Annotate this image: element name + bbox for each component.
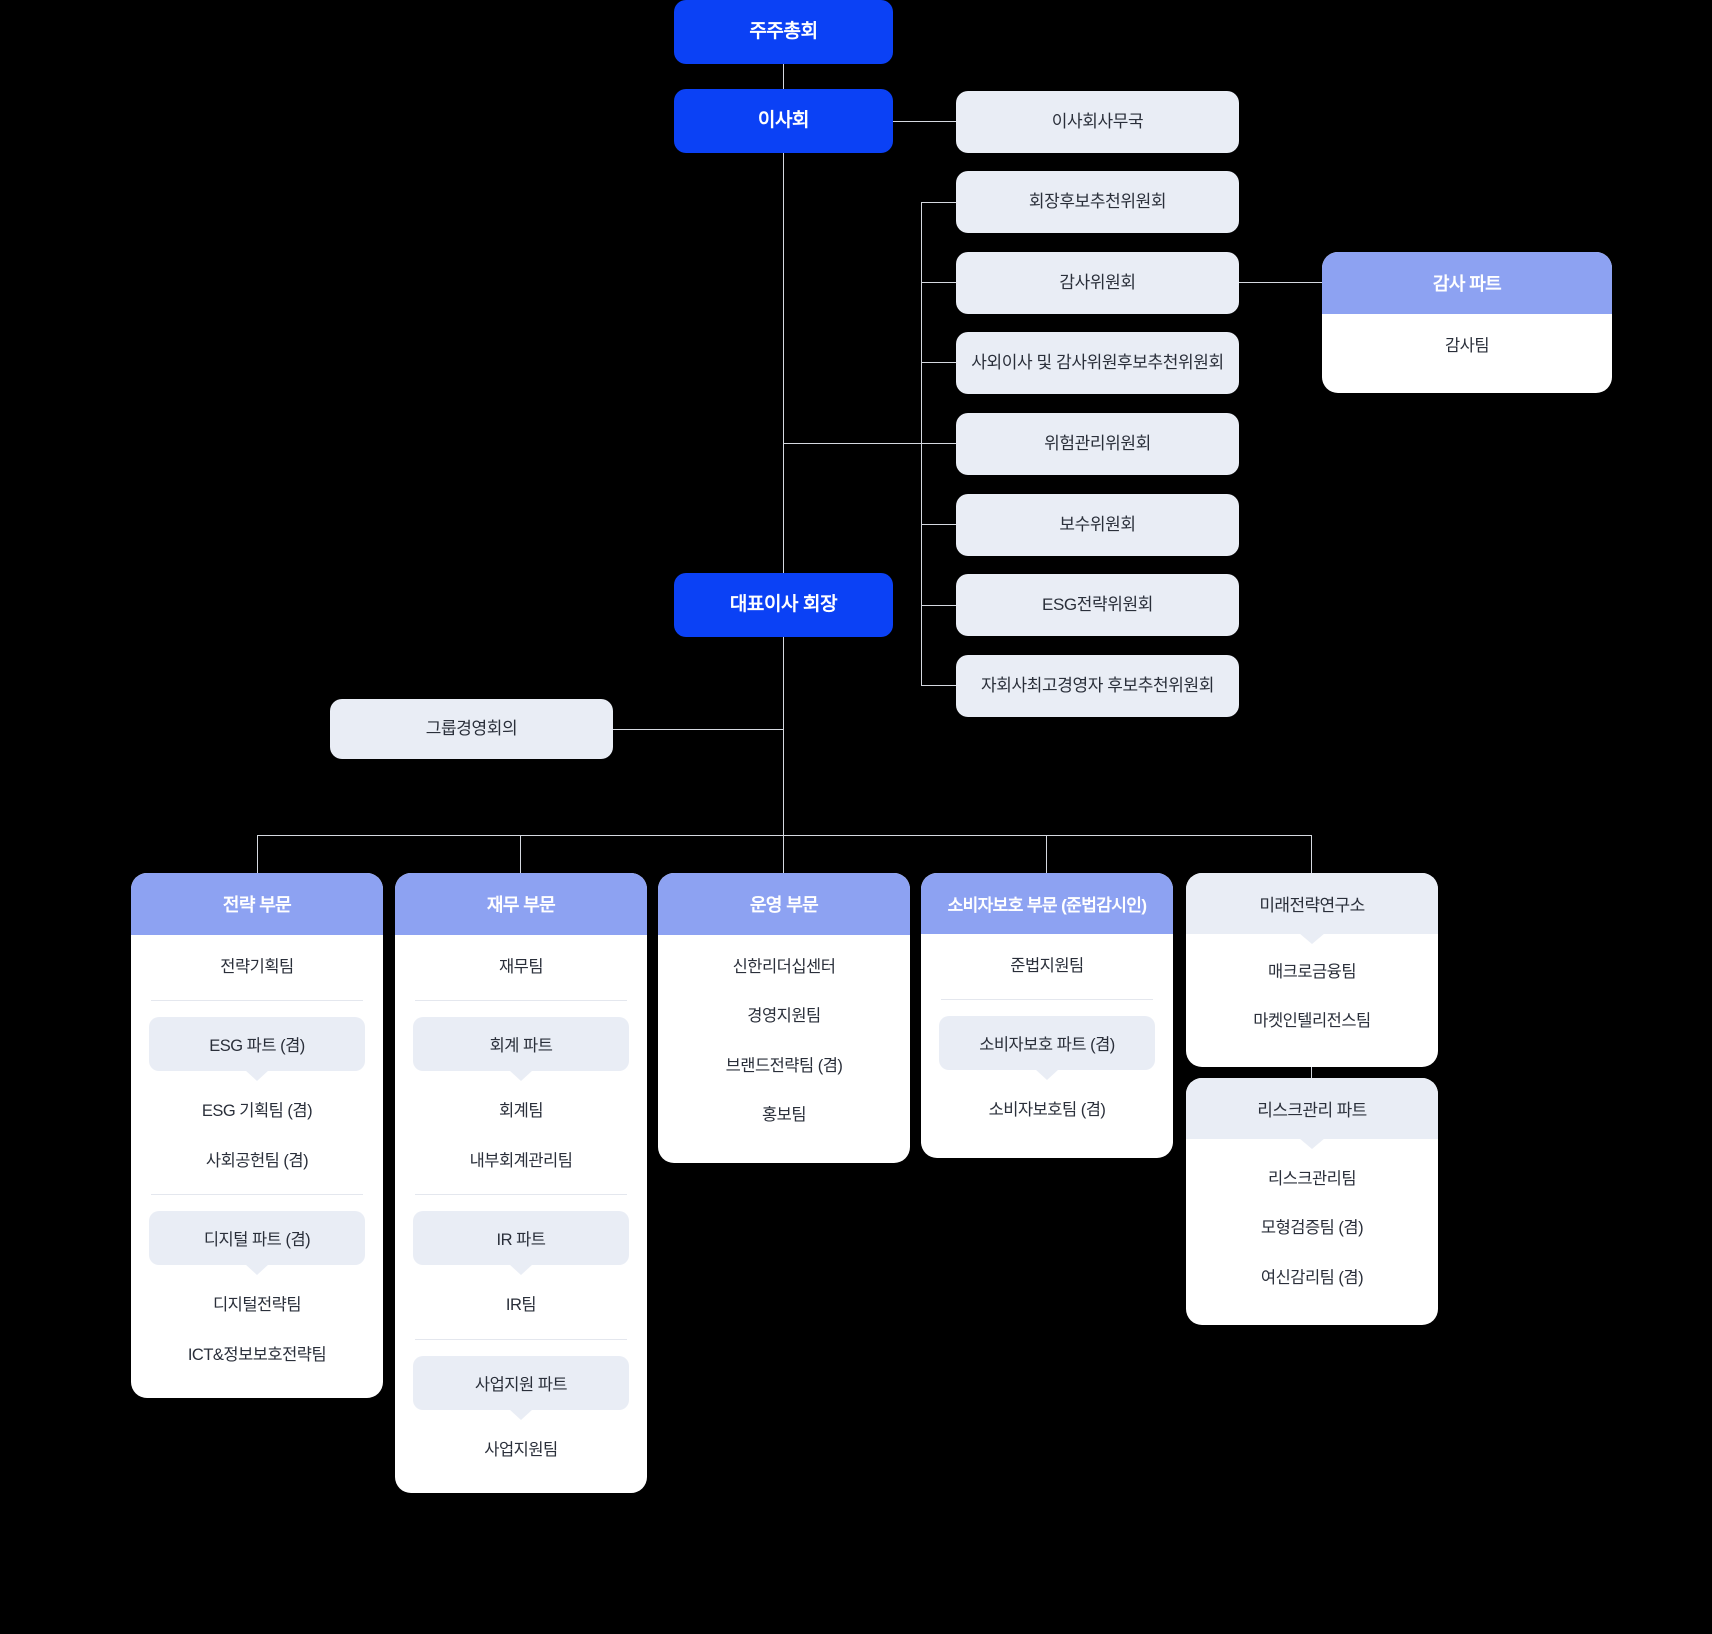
team-item[interactable]: 여신감리팀 (겸) bbox=[1200, 1254, 1424, 1303]
risk-part-header: 리스크관리 파트 bbox=[1186, 1078, 1438, 1139]
node-committee-6[interactable]: 자회사최고경영자 후보추천위원회 bbox=[956, 655, 1239, 717]
line-committee-stub-5 bbox=[921, 524, 957, 525]
committee-label: 보수위원회 bbox=[1059, 514, 1136, 534]
card-audit-part: 감사 파트 감사팀 bbox=[1322, 252, 1612, 394]
division-header: 전략 부문 bbox=[131, 873, 383, 935]
line-board-to-secretariat bbox=[893, 121, 956, 122]
shareholders-meeting-label: 주주총회 bbox=[749, 21, 818, 43]
part-header[interactable]: IR 파트 bbox=[413, 1211, 629, 1266]
line-committee-stub-4 bbox=[921, 443, 957, 444]
node-board-secretariat[interactable]: 이사회사무국 bbox=[956, 91, 1239, 153]
risk-part-body: 리스크관리팀 모형검증팀 (겸) 여신감리팀 (겸) bbox=[1186, 1139, 1438, 1325]
team-item[interactable]: ICT&정보보호전략팀 bbox=[145, 1331, 369, 1380]
divider bbox=[415, 1338, 627, 1340]
line-ceo-to-divisions bbox=[783, 637, 784, 835]
division-header: 재무 부문 bbox=[395, 873, 647, 935]
team-item[interactable]: 감사팀 bbox=[1336, 322, 1598, 371]
node-committee-4[interactable]: 보수위원회 bbox=[956, 494, 1239, 556]
line-drop-operations bbox=[783, 835, 784, 873]
committee-label: 사외이사 및 감사위원후보추천위원회 bbox=[971, 352, 1224, 372]
team-item[interactable]: 디지털전략팀 bbox=[145, 1281, 369, 1330]
team-item[interactable]: ESG 기획팀 (겸) bbox=[145, 1087, 369, 1136]
part-header[interactable]: 소비자보호 파트 (겸) bbox=[939, 1016, 1155, 1071]
part-header[interactable]: ESG 파트 (겸) bbox=[149, 1017, 365, 1072]
card-division-consumer-protection: 소비자보호 부문 (준법감시인) 준법지원팀 소비자보호 파트 (겸) 소비자보… bbox=[921, 873, 1173, 1158]
audit-part-header: 감사 파트 bbox=[1322, 252, 1612, 314]
line-drop-consumer bbox=[1046, 835, 1047, 873]
committee-label: 감사위원회 bbox=[1059, 272, 1136, 292]
committee-label: ESG전략위원회 bbox=[1042, 594, 1153, 614]
division-header: 운영 부문 bbox=[658, 873, 910, 935]
division-header: 소비자보호 부문 (준법감시인) bbox=[921, 873, 1173, 934]
committee-label: 자회사최고경영자 후보추천위원회 bbox=[981, 675, 1214, 695]
divider bbox=[415, 1000, 627, 1002]
team-item[interactable]: 마켓인텔리전스팀 bbox=[1200, 997, 1424, 1046]
team-item[interactable]: 모형검증팀 (겸) bbox=[1200, 1204, 1424, 1253]
board-secretariat-label: 이사회사무국 bbox=[1051, 111, 1144, 131]
line-board-to-ceo bbox=[783, 152, 784, 605]
line-drop-strategy bbox=[257, 835, 258, 873]
team-item[interactable]: 내부회계관리팀 bbox=[409, 1137, 633, 1186]
team-item[interactable]: 브랜드전략팀 (겸) bbox=[672, 1042, 896, 1091]
divider bbox=[415, 1194, 627, 1196]
team-item[interactable]: 준법지원팀 bbox=[935, 942, 1159, 991]
node-ceo-chairman[interactable]: 대표이사 회장 bbox=[674, 573, 893, 637]
node-shareholders-meeting[interactable]: 주주총회 bbox=[674, 0, 893, 64]
divider bbox=[151, 1194, 363, 1196]
line-division-bus bbox=[257, 835, 1312, 836]
node-board-of-directors[interactable]: 이사회 bbox=[674, 89, 893, 153]
line-ceo-to-committee-trunk bbox=[783, 443, 922, 444]
team-item[interactable]: 사회공헌팀 (겸) bbox=[145, 1137, 369, 1186]
group-management-meeting-label: 그룹경영회의 bbox=[425, 718, 518, 738]
team-item[interactable]: 재무팀 bbox=[409, 943, 633, 992]
part-header[interactable]: 사업지원 파트 bbox=[413, 1355, 629, 1410]
team-item[interactable]: IR팀 bbox=[409, 1281, 633, 1330]
team-item[interactable]: 전략기획팀 bbox=[145, 943, 369, 992]
division-body: 준법지원팀 소비자보호 파트 (겸) 소비자보호팀 (겸) bbox=[921, 934, 1173, 1158]
card-research-institute: 미래전략연구소 매크로금융팀 마켓인텔리전스팀 bbox=[1186, 873, 1438, 1067]
research-institute-body: 매크로금융팀 마켓인텔리전스팀 bbox=[1186, 934, 1438, 1067]
ceo-chairman-label: 대표이사 회장 bbox=[729, 594, 838, 616]
line-committee-stub-2 bbox=[921, 282, 957, 283]
card-division-strategy: 전략 부문 전략기획팀 ESG 파트 (겸) ESG 기획팀 (겸) 사회공헌팀… bbox=[131, 873, 383, 1399]
line-committee-stub-1 bbox=[921, 202, 957, 203]
card-division-operations: 운영 부문 신한리더십센터 경영지원팀 브랜드전략팀 (겸) 홍보팀 bbox=[658, 873, 910, 1163]
line-committee-stub-3 bbox=[921, 362, 957, 363]
part-header[interactable]: 디지털 파트 (겸) bbox=[149, 1211, 365, 1266]
committee-label: 위험관리위원회 bbox=[1044, 433, 1151, 453]
committee-label: 회장후보추천위원회 bbox=[1028, 191, 1167, 211]
team-item[interactable]: 홍보팀 bbox=[672, 1091, 896, 1140]
board-of-directors-label: 이사회 bbox=[757, 110, 810, 132]
card-division-finance: 재무 부문 재무팀 회계 파트 회계팀 내부회계관리팀 IR 파트 IR팀 사업… bbox=[395, 873, 647, 1494]
line-committee-stub-7 bbox=[921, 685, 957, 686]
node-committee-5[interactable]: ESG전략위원회 bbox=[956, 574, 1239, 636]
node-committee-0[interactable]: 회장후보추천위원회 bbox=[956, 171, 1239, 233]
divider bbox=[941, 999, 1153, 1001]
team-item[interactable]: 리스크관리팀 bbox=[1200, 1155, 1424, 1204]
division-body: 전략기획팀 ESG 파트 (겸) ESG 기획팀 (겸) 사회공헌팀 (겸) 디… bbox=[131, 935, 383, 1398]
division-body: 신한리더십센터 경영지원팀 브랜드전략팀 (겸) 홍보팀 bbox=[658, 935, 910, 1163]
node-committee-3[interactable]: 위험관리위원회 bbox=[956, 413, 1239, 475]
team-item[interactable]: 소비자보호팀 (겸) bbox=[935, 1086, 1159, 1135]
node-committee-2[interactable]: 사외이사 및 감사위원후보추천위원회 bbox=[956, 332, 1239, 394]
team-item[interactable]: 사업지원팀 bbox=[409, 1426, 633, 1475]
audit-part-body: 감사팀 bbox=[1322, 314, 1612, 393]
team-item[interactable]: 경영지원팀 bbox=[672, 992, 896, 1041]
research-institute-header: 미래전략연구소 bbox=[1186, 873, 1438, 934]
node-group-management-meeting[interactable]: 그룹경영회의 bbox=[330, 699, 613, 759]
line-drop-finance bbox=[520, 835, 521, 873]
node-committee-1[interactable]: 감사위원회 bbox=[956, 252, 1239, 314]
team-item[interactable]: 회계팀 bbox=[409, 1087, 633, 1136]
line-audit-committee-to-audit-part bbox=[1239, 282, 1323, 283]
team-item[interactable]: 신한리더십센터 bbox=[672, 943, 896, 992]
line-drop-research bbox=[1311, 835, 1312, 873]
line-committee-stub-6 bbox=[921, 605, 957, 606]
org-chart-canvas: 주주총회 이사회 이사회사무국 대표이사 회장 그룹경영회의 회장후보추천위원회… bbox=[0, 0, 1712, 1634]
card-risk-management-part: 리스크관리 파트 리스크관리팀 모형검증팀 (겸) 여신감리팀 (겸) bbox=[1186, 1078, 1438, 1326]
part-header[interactable]: 회계 파트 bbox=[413, 1017, 629, 1072]
line-group-meeting-to-spine bbox=[612, 729, 784, 730]
divider bbox=[151, 1000, 363, 1002]
division-body: 재무팀 회계 파트 회계팀 내부회계관리팀 IR 파트 IR팀 사업지원 파트 … bbox=[395, 935, 647, 1493]
team-item[interactable]: 매크로금융팀 bbox=[1200, 948, 1424, 997]
